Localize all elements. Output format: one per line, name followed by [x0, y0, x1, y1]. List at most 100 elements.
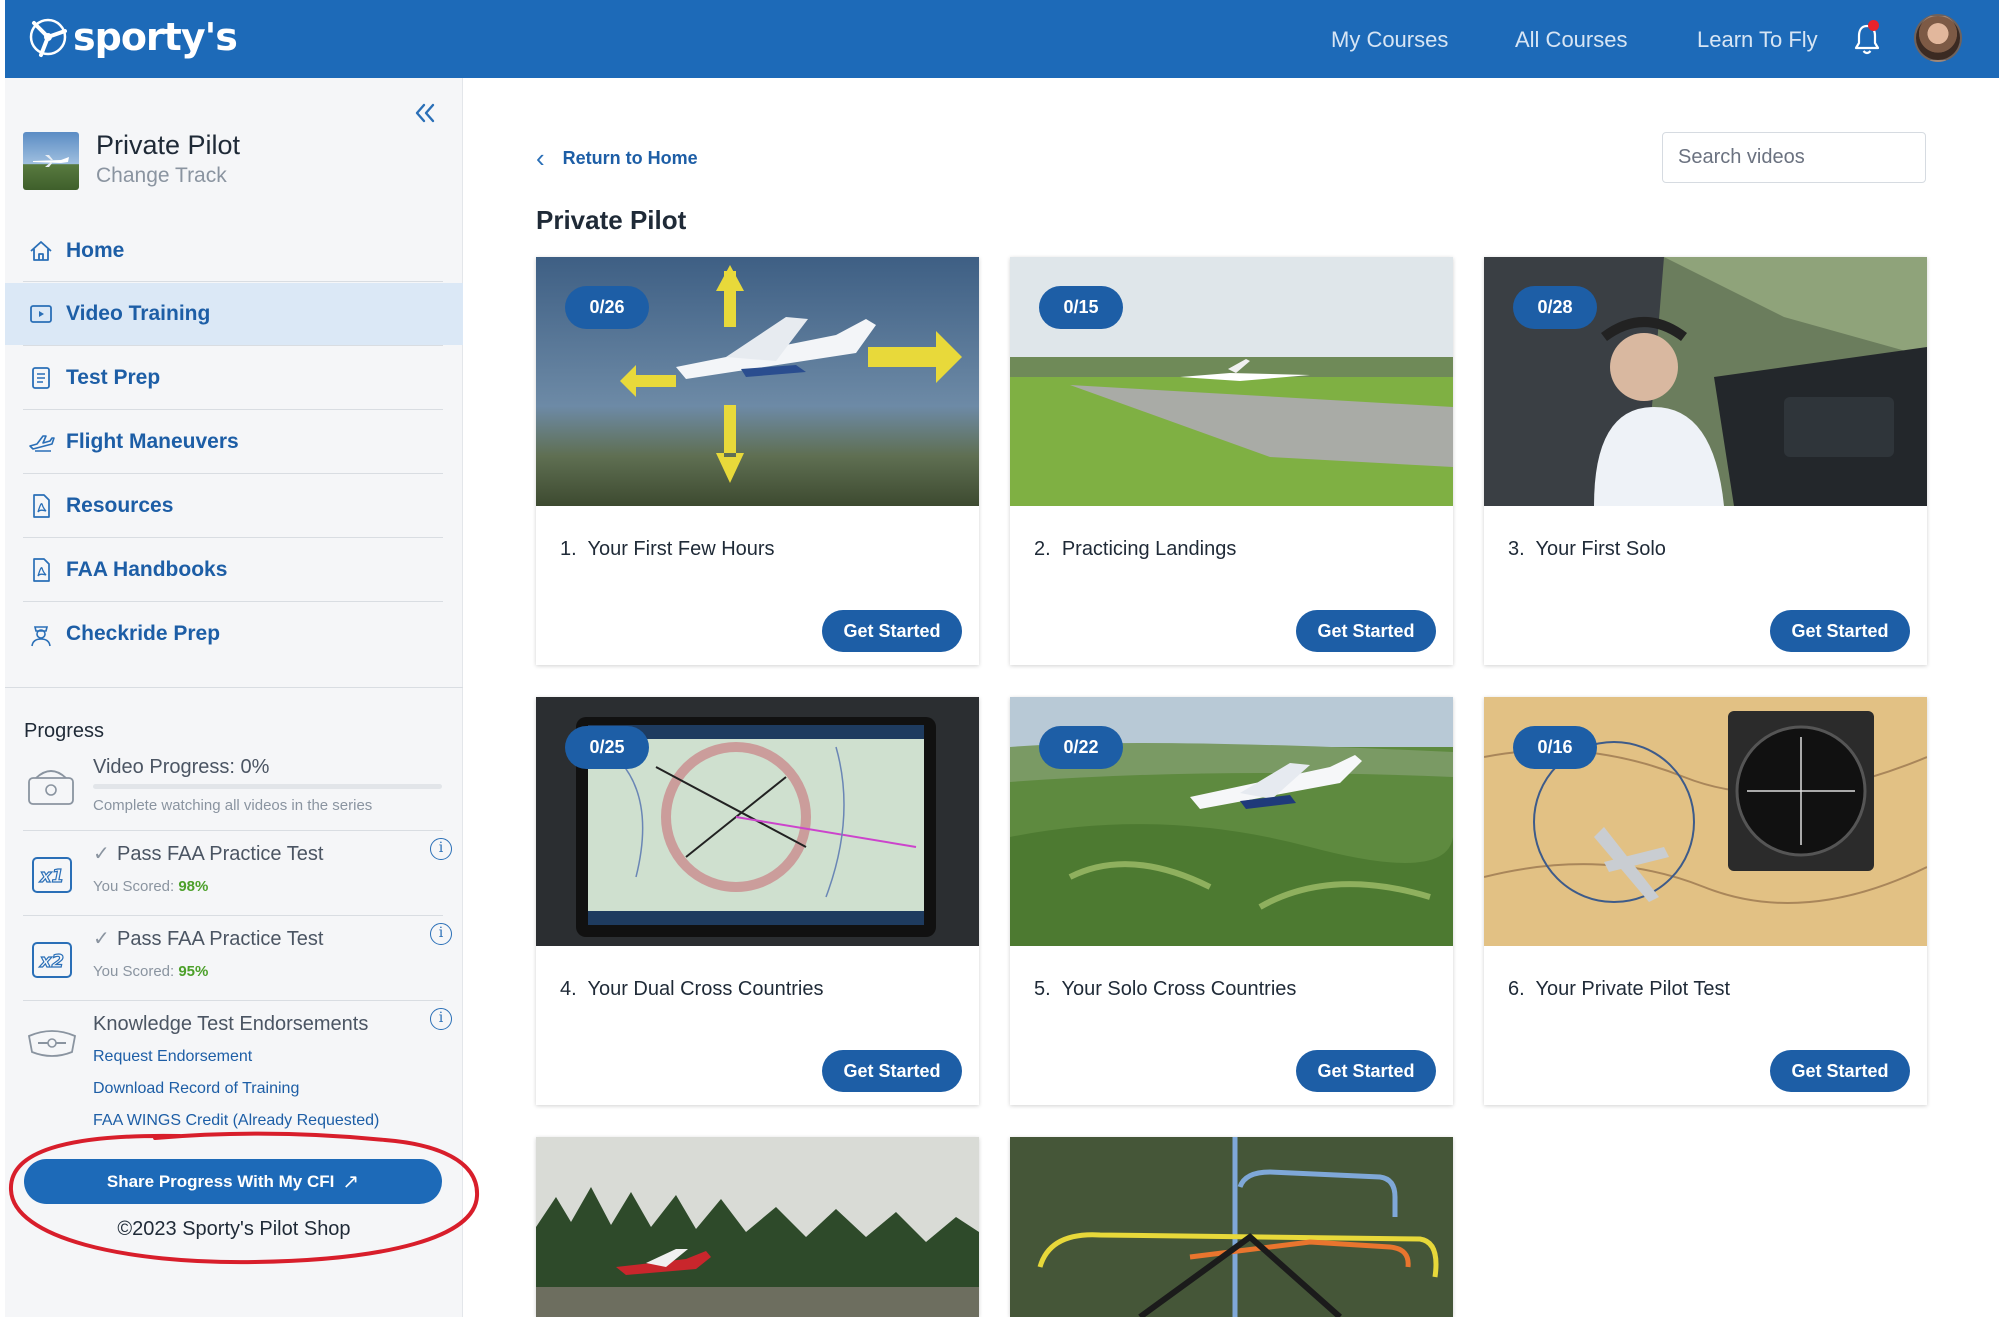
info-icon[interactable]: i [430, 1008, 452, 1030]
course-card-7[interactable] [536, 1137, 979, 1317]
course-title: 3. Your First Solo [1508, 538, 1666, 560]
practice-test-2-score: You Scored: 95% [93, 963, 209, 980]
practice-test-1-icon: x1 [32, 857, 72, 893]
progress-badge: 0/26 [565, 286, 649, 329]
sidebar-item-label: Resources [66, 494, 174, 517]
wings-badge-icon [27, 1030, 77, 1057]
video-icon [30, 305, 52, 323]
course-title: 4. Your Dual Cross Countries [560, 978, 824, 1000]
practice-test-2-icon-text: x2 [39, 951, 64, 972]
home-icon [30, 241, 52, 261]
collapse-sidebar-icon[interactable] [412, 100, 438, 126]
return-to-home-label: Return to Home [562, 147, 698, 168]
course-thumbnail-7 [536, 1137, 979, 1317]
divider [23, 345, 443, 346]
nav-learn-to-fly[interactable]: Learn To Fly [1697, 27, 1818, 53]
sidebar-item-resources[interactable]: Resources [5, 475, 463, 537]
video-progress-icon [28, 770, 74, 805]
traffic-pattern-image [1010, 1137, 1453, 1317]
course-card-1[interactable]: 0/26 1. Your First Few Hours Get Started [536, 257, 979, 665]
course-card-5[interactable]: 0/22 5. Your Solo Cross Countries Get St… [1010, 697, 1453, 1105]
course-thumbnail-6: 0/16 [1484, 697, 1927, 946]
info-icon[interactable]: i [430, 838, 452, 860]
checkmark-icon: ✓ [93, 928, 110, 950]
download-record-link[interactable]: Download Record of Training [93, 1080, 299, 1098]
divider [23, 537, 443, 538]
get-started-button[interactable]: Get Started [1770, 1050, 1910, 1092]
sidebar-item-home[interactable]: Home [5, 220, 463, 282]
document-icon [32, 367, 50, 389]
divider [23, 281, 443, 282]
pdf-icon [33, 558, 50, 582]
course-card-2[interactable]: 0/15 2. Practicing Landings Get Started [1010, 257, 1453, 665]
get-started-button[interactable]: Get Started [822, 1050, 962, 1092]
sportys-logo[interactable]: sporty's [25, 14, 238, 60]
video-progress-bar [93, 784, 442, 789]
course-card-8[interactable] [1010, 1137, 1453, 1317]
return-to-home-link[interactable]: ‹ Return to Home [536, 145, 698, 171]
sidebar-item-video-training[interactable]: Video Training [5, 283, 463, 345]
course-title: 2. Practicing Landings [1034, 538, 1237, 560]
course-thumbnail-1: 0/26 [536, 257, 979, 506]
sidebar-item-label: Test Prep [66, 366, 161, 389]
progress-heading: Progress [24, 720, 105, 742]
external-arrow-icon: ↗ [342, 1171, 360, 1193]
divider [23, 409, 443, 410]
course-card-4[interactable]: 0/25 4. Your Dual Cross Countries Get St… [536, 697, 979, 1105]
sidebar-item-test-prep[interactable]: Test Prep [5, 347, 463, 409]
sidebar-item-label: Home [66, 239, 125, 262]
notification-dot [1868, 20, 1879, 31]
progress-badge: 0/16 [1513, 726, 1597, 769]
track-thumbnail [23, 132, 79, 190]
course-thumbnail-3: 0/28 [1484, 257, 1927, 506]
request-endorsement-link[interactable]: Request Endorsement [93, 1048, 252, 1066]
search-videos-input[interactable] [1662, 132, 1926, 183]
change-track-link[interactable]: Change Track [96, 164, 227, 188]
divider [23, 473, 443, 474]
share-button-label: Share Progress With My CFI [106, 1171, 335, 1191]
practice-test-2-icon: x2 [32, 942, 72, 978]
logo-text: sporty's [73, 15, 238, 59]
page-title: Private Pilot [536, 205, 687, 235]
pdf-icon [33, 494, 50, 518]
sidebar-item-flight-maneuvers[interactable]: Flight Maneuvers [5, 411, 463, 473]
wings-credit-link[interactable]: FAA WINGS Credit (Already Requested) [93, 1112, 379, 1130]
get-started-button[interactable]: Get Started [1770, 610, 1910, 652]
sidebar-item-label: Flight Maneuvers [66, 430, 239, 453]
endorsements-label: Knowledge Test Endorsements [93, 1013, 369, 1035]
user-avatar[interactable] [1914, 14, 1962, 62]
get-started-button[interactable]: Get Started [1296, 1050, 1436, 1092]
sidebar-item-label: Video Training [66, 302, 211, 325]
course-thumbnail-5: 0/22 [1010, 697, 1453, 946]
course-title: 1. Your First Few Hours [560, 538, 775, 560]
forest-takeoff-image [536, 1137, 979, 1317]
examiner-icon [31, 626, 51, 647]
progress-badge: 0/28 [1513, 286, 1597, 329]
get-started-button[interactable]: Get Started [1296, 610, 1436, 652]
top-navigation-bar: sporty's My Courses All Courses Learn To… [5, 0, 1999, 78]
course-card-6[interactable]: 0/16 6. Your Private Pilot Test Get Star… [1484, 697, 1927, 1105]
checkmark-icon: ✓ [93, 843, 110, 865]
copyright-text: ©2023 Sporty's Pilot Shop [117, 1218, 351, 1240]
sidebar-item-checkride-prep[interactable]: Checkride Prep [5, 603, 463, 665]
airplane-icon [29, 435, 55, 452]
share-progress-button[interactable]: Share Progress With My CFI ↗ [24, 1159, 442, 1204]
course-thumbnail-8 [1010, 1137, 1453, 1317]
course-card-3[interactable]: 0/28 3. Your First Solo Get Started [1484, 257, 1927, 665]
airplane-icon [33, 155, 69, 167]
video-progress-label: Video Progress: 0% [93, 756, 270, 778]
get-started-button[interactable]: Get Started [822, 610, 962, 652]
info-icon[interactable]: i [430, 923, 452, 945]
progress-badge: 0/25 [565, 726, 649, 769]
divider [23, 915, 443, 916]
nav-my-courses[interactable]: My Courses [1331, 27, 1448, 53]
progress-badge: 0/15 [1039, 286, 1123, 329]
sidebar-item-faa-handbooks[interactable]: FAA Handbooks [5, 539, 463, 601]
track-title: Private Pilot [96, 130, 241, 160]
practice-test-1-icon-text: x1 [39, 866, 64, 887]
divider [23, 1000, 443, 1001]
practice-test-1-score: You Scored: 98% [93, 878, 209, 895]
divider [23, 830, 443, 831]
sidebar-item-label: Checkride Prep [66, 622, 221, 645]
nav-all-courses[interactable]: All Courses [1515, 27, 1627, 53]
